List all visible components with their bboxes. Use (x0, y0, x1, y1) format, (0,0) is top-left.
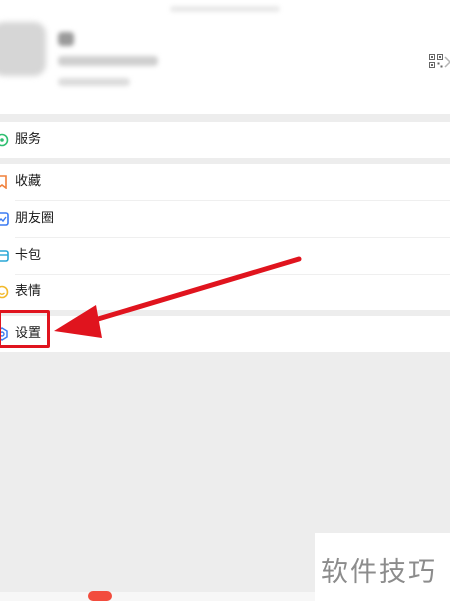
menu-item-stickers-label: 表情 (15, 284, 42, 299)
menu-item-services-label: 服务 (15, 132, 42, 147)
chevron-right-icon (444, 56, 450, 68)
menu-item-services[interactable]: 服务 (0, 122, 450, 158)
menu-item-moments-label: 朋友圈 (15, 211, 55, 226)
sticker-icon (0, 285, 9, 299)
watermark-text: 软件技巧 (321, 557, 437, 588)
favorites-icon (0, 175, 7, 189)
menu-item-stickers[interactable]: 表情 (0, 274, 450, 310)
menu-item-moments[interactable]: 朋友圈 (0, 201, 450, 237)
menu-item-settings[interactable]: 设置 (0, 316, 450, 352)
moments-icon (0, 212, 9, 226)
services-section: 服务 (0, 122, 450, 158)
services-icon (0, 133, 9, 147)
profile-header[interactable] (0, 0, 450, 114)
watermark: 软件技巧 (315, 533, 450, 601)
menu-item-cards[interactable]: 卡包 (0, 238, 450, 274)
card-wallet-icon (0, 250, 9, 262)
menu-item-cards-label: 卡包 (15, 248, 42, 263)
qr-code-icon[interactable] (429, 54, 443, 68)
avatar[interactable] (0, 22, 46, 76)
menu-item-favorites[interactable]: 收藏 (0, 164, 450, 200)
highlight-box (0, 310, 50, 348)
menu-item-favorites-label: 收藏 (15, 174, 42, 189)
wechat-id-blurred (58, 56, 158, 66)
nickname-blurred (58, 32, 74, 46)
main-menu-section: 收藏 朋友圈 卡包 表情 (0, 164, 450, 310)
unread-badge (88, 591, 112, 601)
status-blurred (58, 78, 130, 86)
settings-section: 设置 (0, 316, 450, 352)
status-bar (170, 6, 280, 12)
tab-bar (0, 592, 315, 601)
